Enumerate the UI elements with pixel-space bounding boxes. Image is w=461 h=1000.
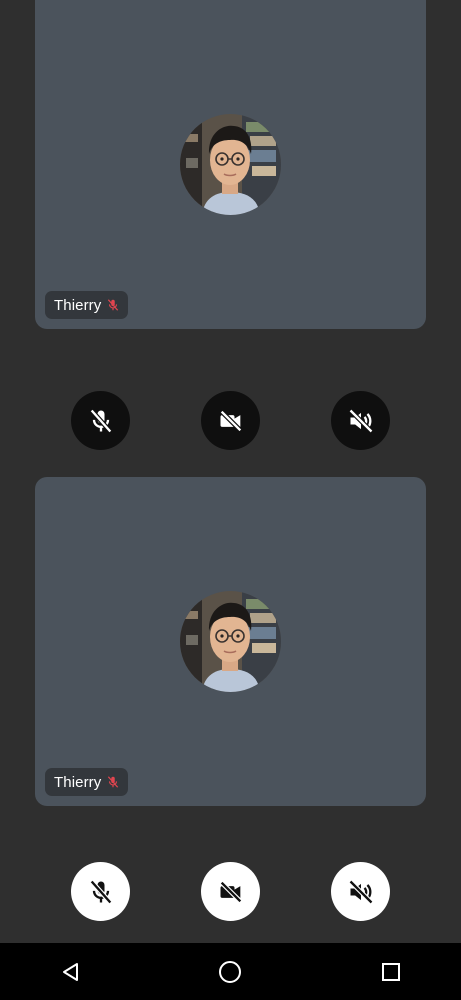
system-navigation-bar	[0, 943, 461, 1000]
back-triangle-icon	[63, 963, 78, 981]
mic-off-icon	[89, 879, 112, 904]
recents-square-icon	[382, 963, 400, 981]
camera-toggle-button[interactable]	[201, 862, 260, 921]
mic-off-icon	[89, 408, 112, 433]
speaker-toggle-button[interactable]	[331, 391, 390, 450]
participant-avatar	[180, 114, 281, 215]
participant-name-chip: Thierry	[45, 768, 129, 796]
nav-back-button[interactable]	[56, 957, 86, 987]
profile-photo-icon	[180, 591, 281, 692]
mic-toggle-button[interactable]	[71, 862, 130, 921]
camera-toggle-button[interactable]	[201, 391, 260, 450]
participant-name: Thierry	[54, 296, 102, 314]
mic-toggle-button[interactable]	[71, 391, 130, 450]
participant-tile-2[interactable]: Thierry	[35, 477, 426, 806]
participant-tile-1[interactable]: Thierry	[35, 0, 426, 329]
participant-avatar	[180, 591, 281, 692]
call-controls-dark	[0, 391, 461, 451]
nav-home-button[interactable]	[215, 957, 245, 987]
participant-name-chip: Thierry	[45, 291, 129, 319]
videocam-off-icon	[219, 880, 242, 903]
call-screen: Thierry Thierry	[0, 0, 461, 1000]
call-controls-light	[0, 862, 461, 922]
speaker-toggle-button[interactable]	[331, 862, 390, 921]
home-circle-icon	[219, 961, 241, 983]
videocam-off-icon	[219, 409, 242, 432]
mic-muted-icon	[108, 299, 119, 311]
volume-off-icon	[348, 408, 373, 433]
mic-muted-icon	[108, 776, 119, 788]
volume-off-icon	[348, 879, 373, 904]
participant-name: Thierry	[54, 773, 102, 791]
nav-recents-button[interactable]	[376, 957, 406, 987]
profile-photo-icon	[180, 114, 281, 215]
